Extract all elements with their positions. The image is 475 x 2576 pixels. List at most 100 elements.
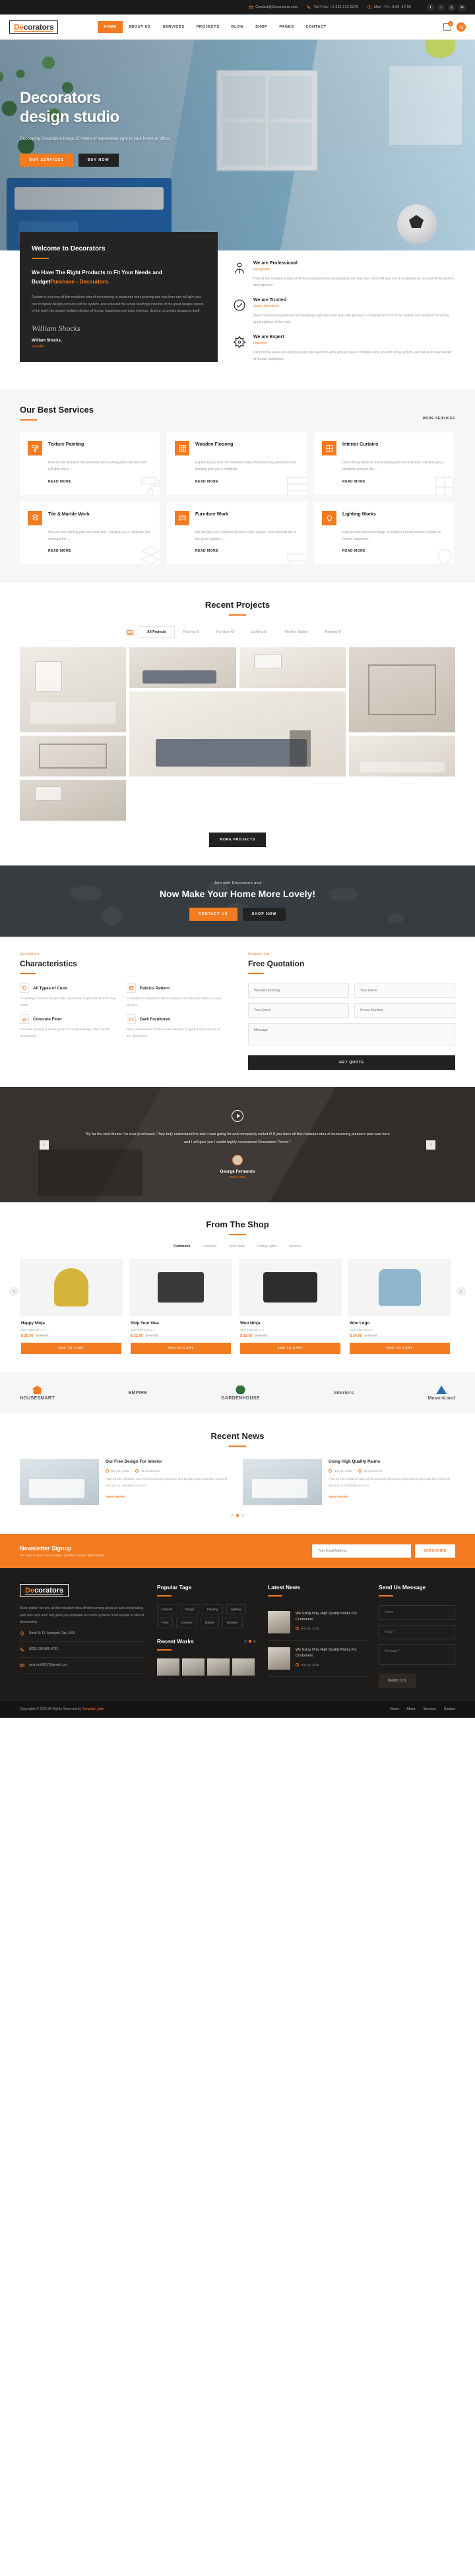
contact-us-button[interactable]: CONTACT US: [189, 908, 238, 921]
topbar-phone[interactable]: Toll Free: +1 212-212-2376: [307, 5, 358, 9]
service-card[interactable]: Wooden Flooring Explain to you how can m…: [167, 432, 307, 495]
tag-link[interactable]: Flooring: [202, 1604, 223, 1614]
email-field[interactable]: [248, 1003, 349, 1018]
footer-message-field[interactable]: [379, 1644, 455, 1665]
tag-link[interactable]: Interiors: [157, 1604, 177, 1614]
nav-item-pages[interactable]: PAGES: [273, 21, 300, 33]
tag-link[interactable]: Marble: [200, 1618, 219, 1627]
footer-name-field[interactable]: [379, 1605, 455, 1620]
buy-now-button[interactable]: BUY NOW: [78, 153, 119, 167]
add-to-cart-button[interactable]: ADD TO CART: [131, 1343, 231, 1354]
filter-painting-m[interactable]: Painting M: [316, 626, 350, 638]
footer-nav-about[interactable]: About: [407, 1707, 416, 1711]
project-tile[interactable]: [20, 736, 127, 776]
product-card[interactable]: Woo Logo Size 6.80 inch x 7 $ 24.00 $ 30.…: [348, 1259, 451, 1354]
read-more-link[interactable]: READ MORE: [48, 480, 71, 484]
testimonial-next-arrow[interactable]: ›: [426, 1140, 435, 1150]
product-card[interactable]: Happy Ninja Size 6.80 inch x 7 $ 20.00 $ …: [20, 1259, 123, 1354]
footer-email[interactable]: amirmcs0617@gmail.com: [20, 1658, 145, 1674]
tag-link[interactable]: Curtains: [176, 1618, 197, 1627]
nav-item-about-us[interactable]: ABOUT US: [123, 21, 157, 33]
service-card[interactable]: Tile & Marble Work Plesure and praising …: [20, 502, 160, 564]
project-tile[interactable]: [129, 691, 346, 776]
newsletter-email-input[interactable]: [312, 1544, 412, 1558]
service-select[interactable]: [248, 983, 349, 998]
tag-link[interactable]: Wooden: [222, 1618, 243, 1627]
dribbble-icon[interactable]: g: [448, 3, 455, 11]
project-tile[interactable]: [129, 647, 236, 688]
project-tile[interactable]: [239, 647, 346, 688]
name-field[interactable]: [354, 983, 455, 998]
tag-link[interactable]: Lighting: [226, 1604, 246, 1614]
send-us-button[interactable]: SEND US: [379, 1674, 416, 1688]
topbar-email[interactable]: Contact@Decorators.com: [249, 5, 298, 9]
shop-now-button[interactable]: SHOP NOW: [242, 908, 286, 921]
nav-item-projects[interactable]: PROJECTS: [191, 21, 226, 33]
add-to-cart-button[interactable]: ADD TO CART: [21, 1343, 121, 1354]
product-card[interactable]: Woo Ninja Size 6.80 inch x 7 $ 18.00 $ 25…: [239, 1259, 342, 1354]
shop-filter-floor-mats[interactable]: Floor Mats: [228, 1244, 245, 1248]
read-more-link[interactable]: READ MORE: [342, 549, 365, 553]
footer-news-item[interactable]: We Using Only High Quality Paints For Cu…: [268, 1641, 367, 1677]
news-card[interactable]: Our Free Design For Interior Nov 25, 201…: [20, 1459, 232, 1505]
nav-item-shop[interactable]: SHOP: [249, 21, 273, 33]
nav-item-home[interactable]: HOME: [98, 21, 123, 33]
get-quote-button[interactable]: GET QUOTE: [248, 1055, 455, 1070]
filter-flooring-m[interactable]: Flooring M: [175, 626, 208, 638]
more-projects-button[interactable]: MORE PROJECTS: [209, 833, 266, 847]
footer-phone[interactable]: (526) 236-895-4732: [20, 1642, 145, 1658]
footer-nav-home[interactable]: Home: [390, 1707, 398, 1711]
message-field[interactable]: [248, 1023, 455, 1045]
read-more-link[interactable]: READ MORE: [195, 549, 218, 553]
subscribe-button[interactable]: SUBSCRIBE: [415, 1544, 455, 1558]
news-read-more[interactable]: READ MORE: [106, 1496, 125, 1499]
play-icon[interactable]: [232, 1110, 243, 1123]
shop-filter-furnitures[interactable]: Furnitures: [174, 1244, 191, 1248]
more-services-link[interactable]: MORE SERVICES: [423, 417, 455, 421]
our-services-button[interactable]: OUR SERVICES: [20, 153, 73, 167]
read-more-link[interactable]: READ MORE: [48, 549, 71, 553]
carousel-dot[interactable]: [241, 1514, 244, 1517]
search-icon[interactable]: [457, 22, 466, 32]
carousel-dot-active[interactable]: [249, 1640, 251, 1643]
shop-filter-cushions[interactable]: Cushions: [203, 1244, 217, 1248]
tag-link[interactable]: Design: [180, 1604, 199, 1614]
work-thumb[interactable]: [232, 1658, 255, 1676]
service-card[interactable]: Texture Painting How all this mistaken i…: [20, 432, 160, 495]
nav-item-services[interactable]: SERVICES: [157, 21, 191, 33]
filter-furniture-m[interactable]: Furniture M: [208, 626, 243, 638]
footer-nav-contact[interactable]: Contact: [444, 1707, 455, 1711]
work-thumb[interactable]: [157, 1658, 179, 1676]
carousel-dot[interactable]: [244, 1640, 247, 1643]
footer-nav-services[interactable]: Services: [424, 1707, 436, 1711]
filter-tile-and-marble[interactable]: Tile And Marble: [276, 626, 317, 638]
project-tile[interactable]: [20, 780, 127, 821]
project-tile[interactable]: [20, 647, 127, 732]
nav-item-contact[interactable]: CONTACT: [300, 21, 332, 33]
service-card[interactable]: Furniture Work We will give you complete…: [167, 502, 307, 564]
add-to-cart-button[interactable]: ADD TO CART: [350, 1343, 450, 1354]
phone-field[interactable]: [354, 1003, 455, 1018]
service-card[interactable]: Lighting Works Expound the actual teachi…: [314, 502, 454, 564]
linkedin-icon[interactable]: in: [459, 3, 466, 11]
carousel-prev-arrow[interactable]: ‹: [9, 1287, 18, 1296]
product-card[interactable]: Ship Your Idea Size 6.80 inch x 7 $ 32.0…: [129, 1259, 232, 1354]
footer-logo[interactable]: Decorators: [20, 1584, 69, 1597]
twitter-icon[interactable]: t: [437, 3, 445, 11]
project-tile[interactable]: [348, 647, 455, 732]
tag-link[interactable]: Paint: [157, 1618, 174, 1627]
carousel-dot-active[interactable]: [236, 1514, 239, 1517]
project-tile[interactable]: [348, 736, 455, 776]
carousel-dot[interactable]: [253, 1640, 256, 1643]
testimonial-prev-arrow[interactable]: ‹: [40, 1140, 49, 1150]
footer-email-field[interactable]: [379, 1625, 455, 1639]
carousel-dot[interactable]: [231, 1514, 234, 1517]
news-read-more[interactable]: READ MORE: [329, 1496, 348, 1499]
footer-news-item[interactable]: We Using Only High Quality Paints For Cu…: [268, 1604, 367, 1641]
cart-icon[interactable]: 0: [443, 21, 453, 31]
add-to-cart-button[interactable]: ADD TO CART: [240, 1343, 340, 1354]
service-card[interactable]: Interior Curtains Denouncing pleasure an…: [314, 432, 454, 495]
work-thumb[interactable]: [207, 1658, 230, 1676]
filter-lighting-m[interactable]: Lighting M: [243, 626, 276, 638]
filter-all-projects[interactable]: All Projects: [139, 626, 175, 638]
